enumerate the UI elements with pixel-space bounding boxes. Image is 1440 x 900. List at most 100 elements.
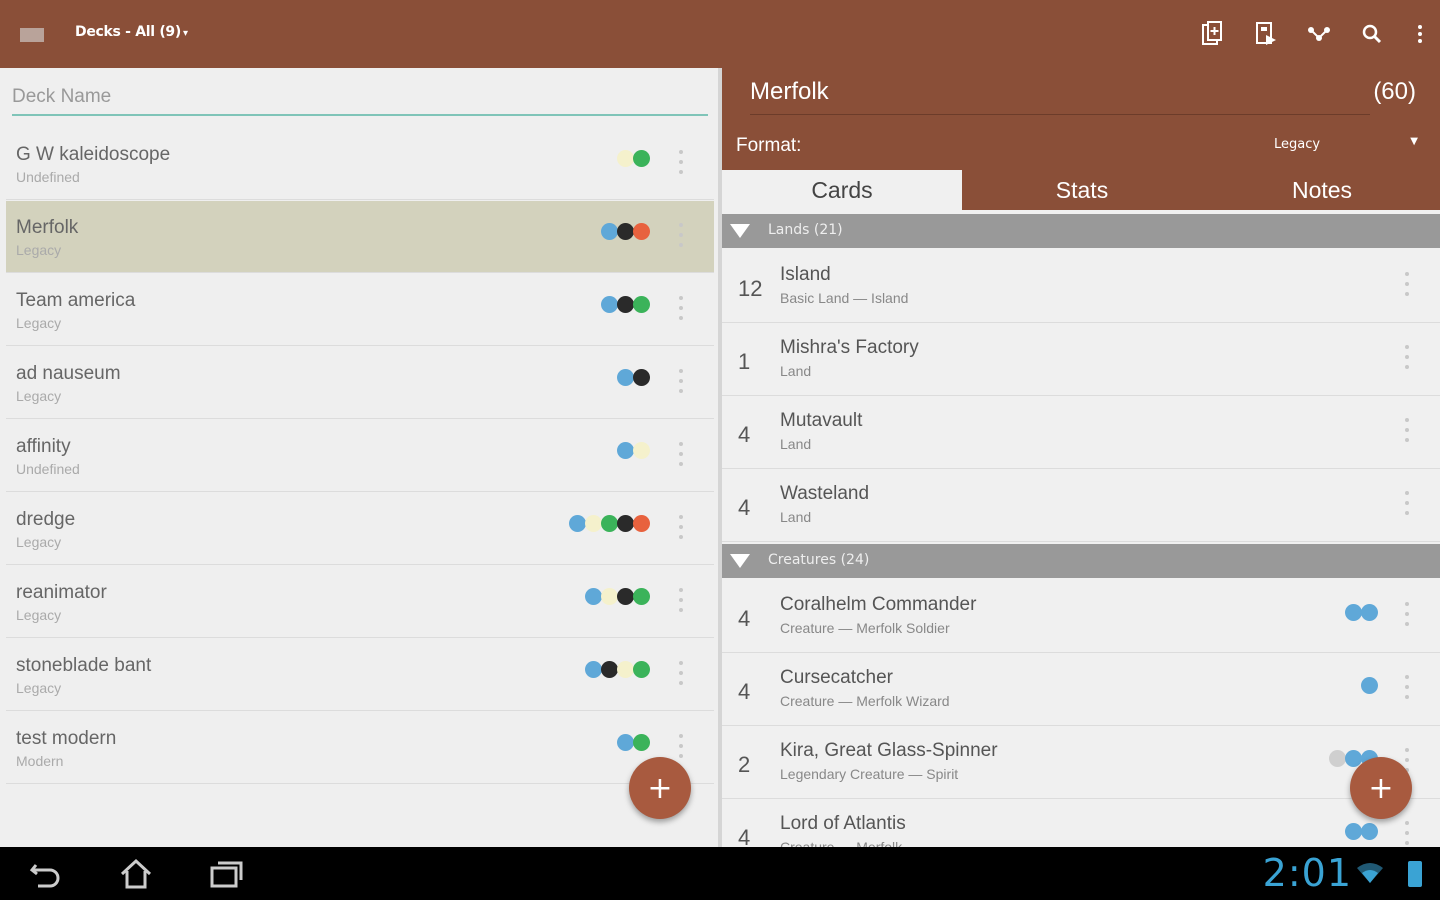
deck-overflow-icon[interactable] — [678, 442, 684, 466]
mana-dot-icon — [585, 515, 602, 532]
mana-dot-icon — [601, 588, 618, 605]
mana-dot-icon — [601, 515, 618, 532]
mana-dot-icon — [617, 296, 634, 313]
deck-overflow-icon[interactable] — [678, 661, 684, 685]
deck-row[interactable]: dredge Legacy — [6, 493, 714, 565]
deck-row[interactable]: G W kaleidoscope Undefined — [6, 128, 714, 200]
mana-dot-icon — [585, 661, 602, 678]
deck-row[interactable]: affinity Undefined — [6, 420, 714, 492]
deck-format: Legacy — [16, 388, 62, 404]
deck-overflow-icon[interactable] — [678, 588, 684, 612]
mana-dot-icon — [1361, 823, 1378, 840]
card-name: Lord of Atlantis — [780, 813, 906, 834]
card-section-header[interactable]: Lands (21) — [722, 214, 1440, 248]
card-quantity: 4 — [738, 422, 751, 447]
tab-notes[interactable]: Notes — [1202, 170, 1440, 210]
card-name: Kira, Great Glass-Spinner — [780, 740, 998, 761]
deck-name: dredge — [16, 509, 76, 530]
new-deck-icon[interactable] — [1196, 18, 1228, 50]
add-card-button[interactable]: + — [1350, 757, 1412, 819]
share-icon[interactable] — [1303, 18, 1335, 50]
mana-dot-icon — [1361, 604, 1378, 621]
mana-dot-icon — [1345, 604, 1362, 621]
card-type: Land — [780, 363, 812, 379]
card-overflow-icon[interactable] — [1404, 345, 1410, 369]
action-bar: Decks - All (9) ▾ — [0, 0, 1440, 68]
section-title: Lands (21) — [768, 222, 843, 238]
card-overflow-icon[interactable] — [1404, 675, 1410, 699]
deck-name: Merfolk — [16, 217, 79, 238]
card-row[interactable]: 4 Coralhelm Commander Creature — Merfolk S… — [722, 580, 1440, 653]
deck-row[interactable]: Merfolk Legacy — [6, 201, 714, 273]
mana-colors — [617, 369, 650, 386]
deck-row[interactable]: ad nauseum Legacy — [6, 347, 714, 419]
card-row[interactable]: 4 Mutavault Land — [722, 396, 1440, 469]
deck-overflow-icon[interactable] — [678, 734, 684, 758]
add-deck-button[interactable]: + — [629, 757, 691, 819]
deck-format: Legacy — [16, 534, 62, 550]
tab-stats[interactable]: Stats — [962, 170, 1202, 210]
deck-overflow-icon[interactable] — [678, 296, 684, 320]
card-section-header[interactable]: Creatures (24) — [722, 544, 1440, 578]
format-dropdown-arrow-icon[interactable]: ▼ — [1410, 136, 1418, 147]
collapse-triangle-icon — [730, 554, 750, 568]
battery-icon — [1408, 861, 1422, 887]
card-name: Mutavault — [780, 410, 863, 431]
deck-format: Legacy — [16, 315, 62, 331]
card-row[interactable]: 1 Mishra's Factory Land — [722, 323, 1440, 396]
mana-colors — [617, 442, 650, 459]
mana-dot-icon — [617, 661, 634, 678]
recent-apps-icon[interactable] — [206, 857, 246, 891]
deck-title[interactable]: Merfolk — [750, 78, 829, 106]
card-row[interactable]: 12 Island Basic Land — Island — [722, 250, 1440, 323]
app-menu-icon[interactable] — [20, 28, 44, 42]
card-overflow-icon[interactable] — [1404, 602, 1410, 626]
system-nav-bar: 2:01 — [0, 847, 1440, 900]
card-row[interactable]: 4 Cursecatcher Creature — Merfolk Wizard — [722, 653, 1440, 726]
back-icon[interactable] — [26, 857, 66, 891]
home-icon[interactable] — [116, 857, 156, 891]
deck-name-input[interactable] — [12, 80, 708, 116]
deck-row[interactable]: reanimator Legacy — [6, 566, 714, 638]
format-label: Format: — [736, 135, 802, 156]
card-overflow-icon[interactable] — [1404, 821, 1410, 845]
card-overflow-icon[interactable] — [1404, 491, 1410, 515]
deck-overflow-icon[interactable] — [678, 223, 684, 247]
mana-colors — [617, 150, 650, 167]
card-overflow-icon[interactable] — [1404, 272, 1410, 296]
format-select[interactable]: Legacy — [1274, 137, 1320, 152]
mana-colors — [585, 588, 650, 605]
import-deck-icon[interactable] — [1250, 18, 1282, 50]
card-mana-cost — [1345, 823, 1378, 840]
section-title: Creatures (24) — [768, 552, 870, 568]
card-row[interactable]: 2 Kira, Great Glass-Spinner Legendary Crea… — [722, 726, 1440, 799]
deck-list-panel: G W kaleidoscopeUndefinedMerfolkLegacyTe… — [0, 68, 718, 847]
card-name: Wasteland — [780, 483, 870, 504]
deck-row[interactable]: stoneblade bant Legacy — [6, 639, 714, 711]
overflow-menu-icon[interactable] — [1404, 18, 1436, 50]
card-row[interactable]: 4 Wasteland Land — [722, 469, 1440, 542]
deck-overflow-icon[interactable] — [678, 515, 684, 539]
deck-overflow-icon[interactable] — [678, 150, 684, 174]
deck-format: Undefined — [16, 169, 80, 185]
mana-dot-icon — [633, 661, 650, 678]
deck-overflow-icon[interactable] — [678, 369, 684, 393]
deck-row[interactable]: test modern Modern — [6, 712, 714, 784]
mana-dot-icon — [1361, 677, 1378, 694]
deck-detail-panel: Merfolk (60) Format: Legacy ▼ Cards Stat… — [722, 68, 1440, 847]
mana-dot-icon — [617, 588, 634, 605]
search-icon[interactable] — [1356, 18, 1388, 50]
tab-cards[interactable]: Cards — [722, 170, 962, 210]
card-row[interactable]: 4 Lord of Atlantis Creature — Merfolk — [722, 799, 1440, 847]
mana-dot-icon — [617, 515, 634, 532]
card-name: Coralhelm Commander — [780, 594, 977, 615]
deck-row[interactable]: Team america Legacy — [6, 274, 714, 346]
mana-dot-icon — [633, 150, 650, 167]
deck-filter-dropdown[interactable]: Decks - All (9) ▾ — [75, 24, 188, 40]
deck-format: Legacy — [16, 680, 62, 696]
deck-name: stoneblade bant — [16, 655, 152, 676]
mana-dot-icon — [633, 223, 650, 240]
card-quantity: 12 — [738, 276, 763, 301]
card-overflow-icon[interactable] — [1404, 418, 1410, 442]
mana-dot-icon — [633, 734, 650, 751]
